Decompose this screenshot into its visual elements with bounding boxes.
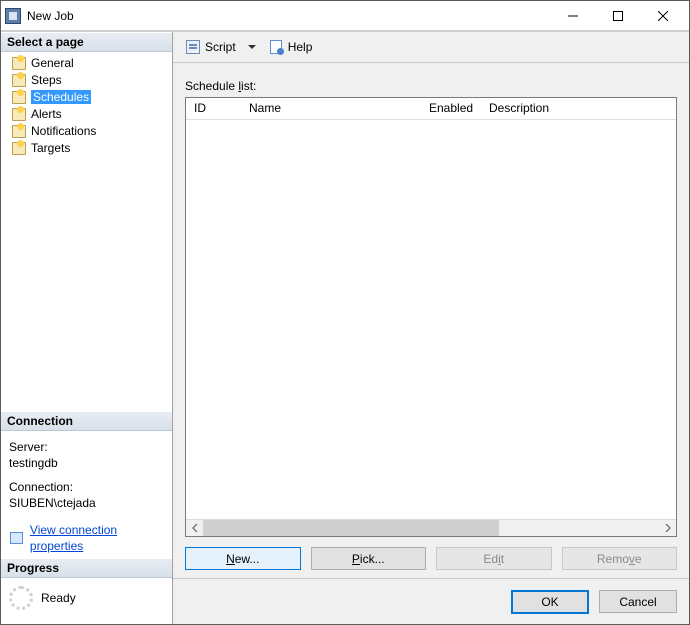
- help-label: Help: [288, 40, 313, 54]
- page-icon: [11, 72, 27, 88]
- page-icon: [11, 123, 27, 139]
- connection-properties-icon: [9, 530, 24, 546]
- grid-header-row: ID Name Enabled Description: [186, 98, 676, 120]
- minimize-button[interactable]: [550, 1, 595, 30]
- app-icon: [5, 8, 21, 24]
- sidebar-item-label: General: [31, 56, 74, 70]
- connection-header: Connection: [1, 411, 172, 431]
- ok-button[interactable]: OK: [511, 590, 589, 614]
- connection-label: Connection:: [9, 479, 164, 495]
- script-button[interactable]: Script: [181, 37, 240, 57]
- server-value: testingdb: [9, 455, 164, 471]
- sidebar-item-targets[interactable]: Targets: [1, 139, 172, 156]
- page-icon: [11, 55, 27, 71]
- sidebar-item-label: Notifications: [31, 124, 96, 138]
- dialog-body: Select a page General Steps Schedules Al…: [1, 31, 689, 624]
- window-title: New Job: [27, 9, 550, 23]
- col-name[interactable]: Name: [241, 98, 421, 119]
- sidebar-item-steps[interactable]: Steps: [1, 71, 172, 88]
- schedules-content: Schedule list: ID Name Enabled Descripti…: [173, 63, 689, 578]
- sidebar-item-notifications[interactable]: Notifications: [1, 122, 172, 139]
- grid-body: [186, 120, 676, 519]
- col-enabled[interactable]: Enabled: [421, 98, 481, 119]
- main-panel: Script Help Schedule list: ID Name E: [173, 32, 689, 624]
- page-icon: [11, 106, 27, 122]
- server-label: Server:: [9, 439, 164, 455]
- select-page-header: Select a page: [1, 32, 172, 52]
- sidebar-item-label: Schedules: [31, 90, 91, 104]
- sidebar-item-schedules[interactable]: Schedules: [1, 88, 172, 105]
- col-id[interactable]: ID: [186, 98, 241, 119]
- connection-panel: Server: testingdb Connection: SIUBEN\cte…: [1, 431, 172, 558]
- titlebar: New Job: [1, 1, 689, 31]
- schedule-buttons-row: New... Pick... Edit Remove: [185, 537, 677, 570]
- progress-status: Ready: [41, 591, 76, 605]
- scrollbar-track[interactable]: [203, 520, 659, 536]
- window-buttons: [550, 1, 685, 30]
- maximize-button[interactable]: [595, 1, 640, 30]
- sidebar-item-label: Alerts: [31, 107, 62, 121]
- horizontal-scrollbar[interactable]: [186, 519, 676, 536]
- script-dropdown-arrow[interactable]: [248, 45, 256, 49]
- cancel-button[interactable]: Cancel: [599, 590, 677, 613]
- view-connection-properties-row: View connection properties: [9, 522, 164, 554]
- schedule-list-grid[interactable]: ID Name Enabled Description: [185, 97, 677, 537]
- sidebar-item-alerts[interactable]: Alerts: [1, 105, 172, 122]
- progress-header: Progress: [1, 558, 172, 578]
- scroll-right-arrow[interactable]: [659, 520, 676, 536]
- progress-panel: Ready: [1, 578, 172, 624]
- page-icon: [11, 89, 27, 105]
- view-connection-properties-link[interactable]: View connection properties: [30, 522, 164, 554]
- close-button[interactable]: [640, 1, 685, 30]
- script-icon: [185, 39, 201, 55]
- scrollbar-thumb[interactable]: [203, 520, 499, 536]
- sidebar-item-general[interactable]: General: [1, 54, 172, 71]
- help-button[interactable]: Help: [264, 37, 317, 57]
- page-nav-list: General Steps Schedules Alerts Notificat…: [1, 52, 172, 158]
- script-label: Script: [205, 40, 236, 54]
- page-icon: [11, 140, 27, 156]
- sidebar-item-label: Steps: [31, 73, 62, 87]
- sidebar-spacer: [1, 158, 172, 411]
- col-description[interactable]: Description: [481, 98, 676, 119]
- remove-button: Remove: [562, 547, 678, 570]
- help-icon: [268, 39, 284, 55]
- edit-button: Edit: [436, 547, 552, 570]
- pick-button[interactable]: Pick...: [311, 547, 427, 570]
- progress-spinner-icon: [9, 586, 33, 610]
- dialog-footer: OK Cancel: [173, 578, 689, 624]
- sidebar-item-label: Targets: [31, 141, 70, 155]
- scroll-left-arrow[interactable]: [186, 520, 203, 536]
- connection-value: SIUBEN\ctejada: [9, 495, 164, 511]
- sidebar: Select a page General Steps Schedules Al…: [1, 32, 173, 624]
- toolbar: Script Help: [173, 32, 689, 62]
- new-job-window: New Job Select a page General: [0, 0, 690, 625]
- schedule-list-label: Schedule list:: [185, 73, 677, 97]
- new-button[interactable]: New...: [185, 547, 301, 570]
